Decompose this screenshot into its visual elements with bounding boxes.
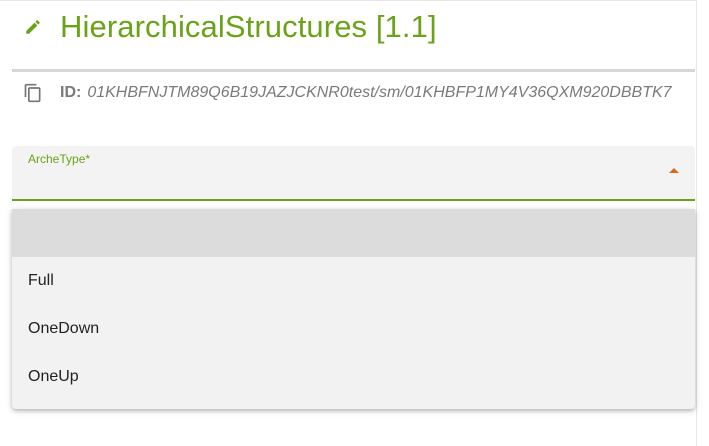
- menu-item-label: Full: [28, 272, 54, 289]
- menu-item-label: OneUp: [28, 368, 79, 385]
- menu-item-label: OneDown: [28, 320, 100, 337]
- panel-right-border: [696, 0, 697, 446]
- menu-item-onedown[interactable]: OneDown: [12, 305, 695, 353]
- id-row: ID: 01KHBFNJTM89Q6B19JAZJCKNR0test/sm/01…: [23, 81, 672, 105]
- page: HierarchicalStructures [1.1] ID: 01KHBFN…: [0, 0, 709, 446]
- copy-icon[interactable]: [23, 82, 43, 104]
- pencil-icon[interactable]: [22, 16, 44, 38]
- top-border: [0, 0, 696, 1]
- menu-item-full[interactable]: Full: [12, 257, 695, 305]
- header: HierarchicalStructures [1.1]: [22, 6, 437, 48]
- header-divider: [12, 69, 695, 72]
- archetype-select-label: ArcheType*: [28, 152, 91, 166]
- page-title: HierarchicalStructures [1.1]: [60, 9, 437, 44]
- arrow-up-icon[interactable]: [669, 168, 679, 173]
- menu-item-empty[interactable]: [12, 209, 695, 257]
- id-value: 01KHBFNJTM89Q6B19JAZJCKNR0test/sm/01KHBF…: [87, 84, 672, 101]
- menu-item-oneup[interactable]: OneUp: [12, 353, 695, 401]
- id-label: ID:: [60, 84, 82, 101]
- archetype-dropdown-menu: Full OneDown OneUp: [12, 209, 695, 409]
- archetype-select[interactable]: ArcheType*: [12, 146, 695, 201]
